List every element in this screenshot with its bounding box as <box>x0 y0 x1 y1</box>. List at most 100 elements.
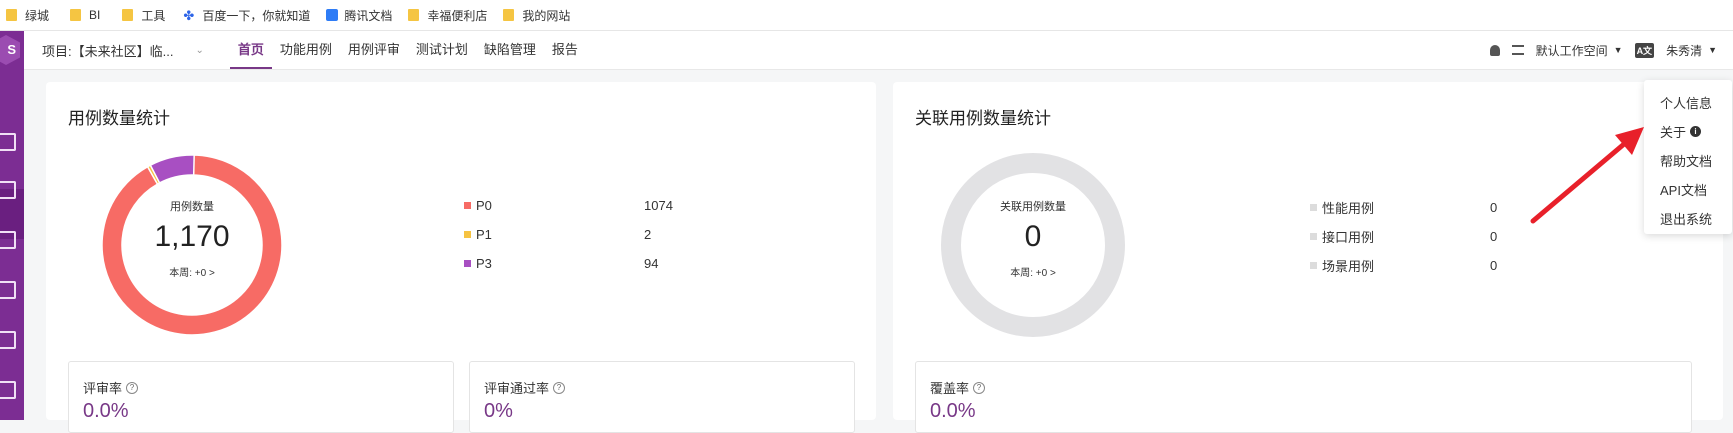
bookmark-tools[interactable]: 工具 <box>122 0 165 30</box>
bookmark-label: 我的网站 <box>522 8 571 23</box>
bookmarks-bar: 绿城 BI 工具 ✤ 百度一下，你就知道 腾讯文档 幸福便利店 我的网站 <box>0 0 1733 31</box>
legend-swatch <box>464 202 471 209</box>
user-name: 朱秀清 <box>1666 43 1703 58</box>
side-rail: S <box>0 31 24 420</box>
legend-value: 0 <box>1490 258 1498 273</box>
legend-swatch <box>464 260 471 267</box>
bookmark-baidu[interactable]: ✤ 百度一下，你就知道 <box>183 0 310 30</box>
legend-item: 接口用例 0 <box>1310 227 1497 246</box>
folder-icon <box>70 9 82 21</box>
card-title: 用例数量统计 <box>68 109 170 128</box>
help-icon[interactable]: ? <box>126 381 139 394</box>
legend-swatch <box>1310 262 1317 269</box>
menu-item-profile[interactable]: 个人信息 <box>1660 93 1712 112</box>
legend-swatch <box>1310 204 1317 211</box>
app-logo[interactable]: S <box>0 35 20 65</box>
tab-report[interactable]: 报告 <box>544 31 586 69</box>
coverage-rate-card: 覆盖率? 0.0% <box>915 361 1692 433</box>
workspace-selector[interactable]: 默认工作空间 ▼ <box>1536 42 1623 59</box>
tab-home[interactable]: 首页 <box>229 31 272 69</box>
donut-slice-p3[interactable] <box>149 154 195 184</box>
donut-center-total: 0 <box>1024 220 1042 253</box>
tab-functional-cases[interactable]: 功能用例 <box>272 31 340 69</box>
legend-value: 1074 <box>644 198 673 213</box>
legend-swatch <box>1310 233 1317 240</box>
review-pass-rate-card: 评审通过率? 0% <box>469 361 855 433</box>
folder-icon <box>503 9 515 21</box>
top-navigation: 项目:【未来社区】临... ⌄ 首页 功能用例 用例评审 测试计划 缺陷管理 报… <box>24 31 1733 70</box>
menu-item-api-docs[interactable]: API文档 <box>1660 180 1707 199</box>
workspace-label: 默认工作空间 <box>1535 43 1608 58</box>
bookmark-label: 百度一下，你就知道 <box>202 8 311 23</box>
case-count-card: 用例数量统计 用例数量 1,170 本周: +0 > P0 1074 P1 2 … <box>46 82 876 433</box>
tab-test-plan[interactable]: 测试计划 <box>408 31 476 69</box>
related-donut-center: 关联用例数量 0 本周: +0 > <box>963 198 1103 279</box>
folder-icon <box>408 9 420 21</box>
legend-label: 场景用例 <box>1322 259 1375 274</box>
bookmark-label: 腾讯文档 <box>344 8 393 23</box>
tab-case-review[interactable]: 用例评审 <box>340 31 408 69</box>
menu-item-about[interactable]: 关于 i <box>1660 122 1702 141</box>
bell-icon[interactable] <box>1489 44 1500 56</box>
performance-icon[interactable] <box>0 331 16 349</box>
bookmark-label: BI <box>89 8 101 22</box>
monitor-icon[interactable] <box>0 133 16 151</box>
chevron-down-icon: ⌄ <box>195 44 204 56</box>
bookmark-label: 绿城 <box>25 8 50 23</box>
menu-item-help-docs[interactable]: 帮助文档 <box>1660 151 1712 170</box>
bookmark-tencent-docs[interactable]: 腾讯文档 <box>326 0 392 30</box>
annotation-arrow <box>1530 127 1644 224</box>
card-title: 关联用例数量统计 <box>915 109 1051 128</box>
help-icon[interactable]: ? <box>553 381 566 394</box>
bookmark-label: 工具 <box>141 8 166 23</box>
bookmark-label: 幸福便利店 <box>427 8 488 23</box>
tencent-docs-icon <box>326 9 339 21</box>
rail-more-icon[interactable] <box>0 381 16 399</box>
help-icon[interactable]: ? <box>973 381 986 394</box>
legend-swatch <box>464 231 471 238</box>
case-donut-center: 用例数量 1,170 本周: +0 > <box>122 198 262 279</box>
donut-center-label: 用例数量 <box>170 201 214 213</box>
main-tabs: 首页 功能用例 用例评审 测试计划 缺陷管理 报告 <box>229 31 586 69</box>
ui-icon[interactable] <box>0 281 16 299</box>
user-dropdown-menu: 个人信息 关于 i 帮助文档 API文档 退出系统 <box>1644 80 1732 234</box>
legend-item: P3 94 <box>464 256 658 271</box>
legend-label: P3 <box>476 256 492 271</box>
review-rate-label: 评审率? <box>83 378 139 397</box>
nav-right-tools: 默认工作空间 ▼ A文 朱秀清 ▼ <box>1478 31 1717 69</box>
legend-value: 2 <box>644 227 652 242</box>
legend-item: P0 1074 <box>464 198 673 213</box>
bookmark-lvcheng[interactable]: 绿城 <box>6 0 49 30</box>
tab-bug-management[interactable]: 缺陷管理 <box>476 31 544 69</box>
legend-item: P1 2 <box>464 227 651 242</box>
caret-down-icon: ▼ <box>1708 45 1717 55</box>
clipboard-icon[interactable] <box>0 181 16 199</box>
bookmark-bi[interactable]: BI <box>70 0 100 30</box>
language-icon[interactable]: A文 <box>1634 42 1655 58</box>
project-selector[interactable]: 项目:【未来社区】临... ⌄ <box>42 41 204 60</box>
task-list-icon[interactable] <box>1511 45 1524 55</box>
week-increment-link[interactable]: 本周: +0 > <box>963 264 1103 279</box>
review-pass-rate-label: 评审通过率? <box>484 378 566 397</box>
info-icon: i <box>1690 126 1702 137</box>
review-rate-card: 评审率? 0.0% <box>68 361 454 433</box>
legend-value: 0 <box>1490 229 1498 244</box>
donut-center-total: 1,170 <box>154 220 230 253</box>
api-icon[interactable] <box>0 231 16 249</box>
legend-label: 接口用例 <box>1322 230 1375 245</box>
donut-center-label: 关联用例数量 <box>1000 201 1066 213</box>
legend-value: 0 <box>1490 200 1498 215</box>
folder-icon <box>6 9 17 21</box>
legend-label: P1 <box>476 227 492 242</box>
legend-label: 性能用例 <box>1322 201 1375 216</box>
legend-label: P0 <box>476 198 492 213</box>
coverage-rate-label: 覆盖率? <box>930 378 986 397</box>
caret-down-icon: ▼ <box>1613 45 1623 55</box>
legend-value: 94 <box>644 256 659 271</box>
bookmark-convenience-store[interactable]: 幸福便利店 <box>408 0 487 30</box>
bookmark-my-site[interactable]: 我的网站 <box>503 0 570 30</box>
user-menu-trigger[interactable]: 朱秀清 ▼ <box>1666 42 1717 59</box>
legend-item: 性能用例 0 <box>1310 198 1497 217</box>
week-increment-link[interactable]: 本周: +0 > <box>122 264 262 279</box>
menu-item-logout[interactable]: 退出系统 <box>1660 209 1712 228</box>
